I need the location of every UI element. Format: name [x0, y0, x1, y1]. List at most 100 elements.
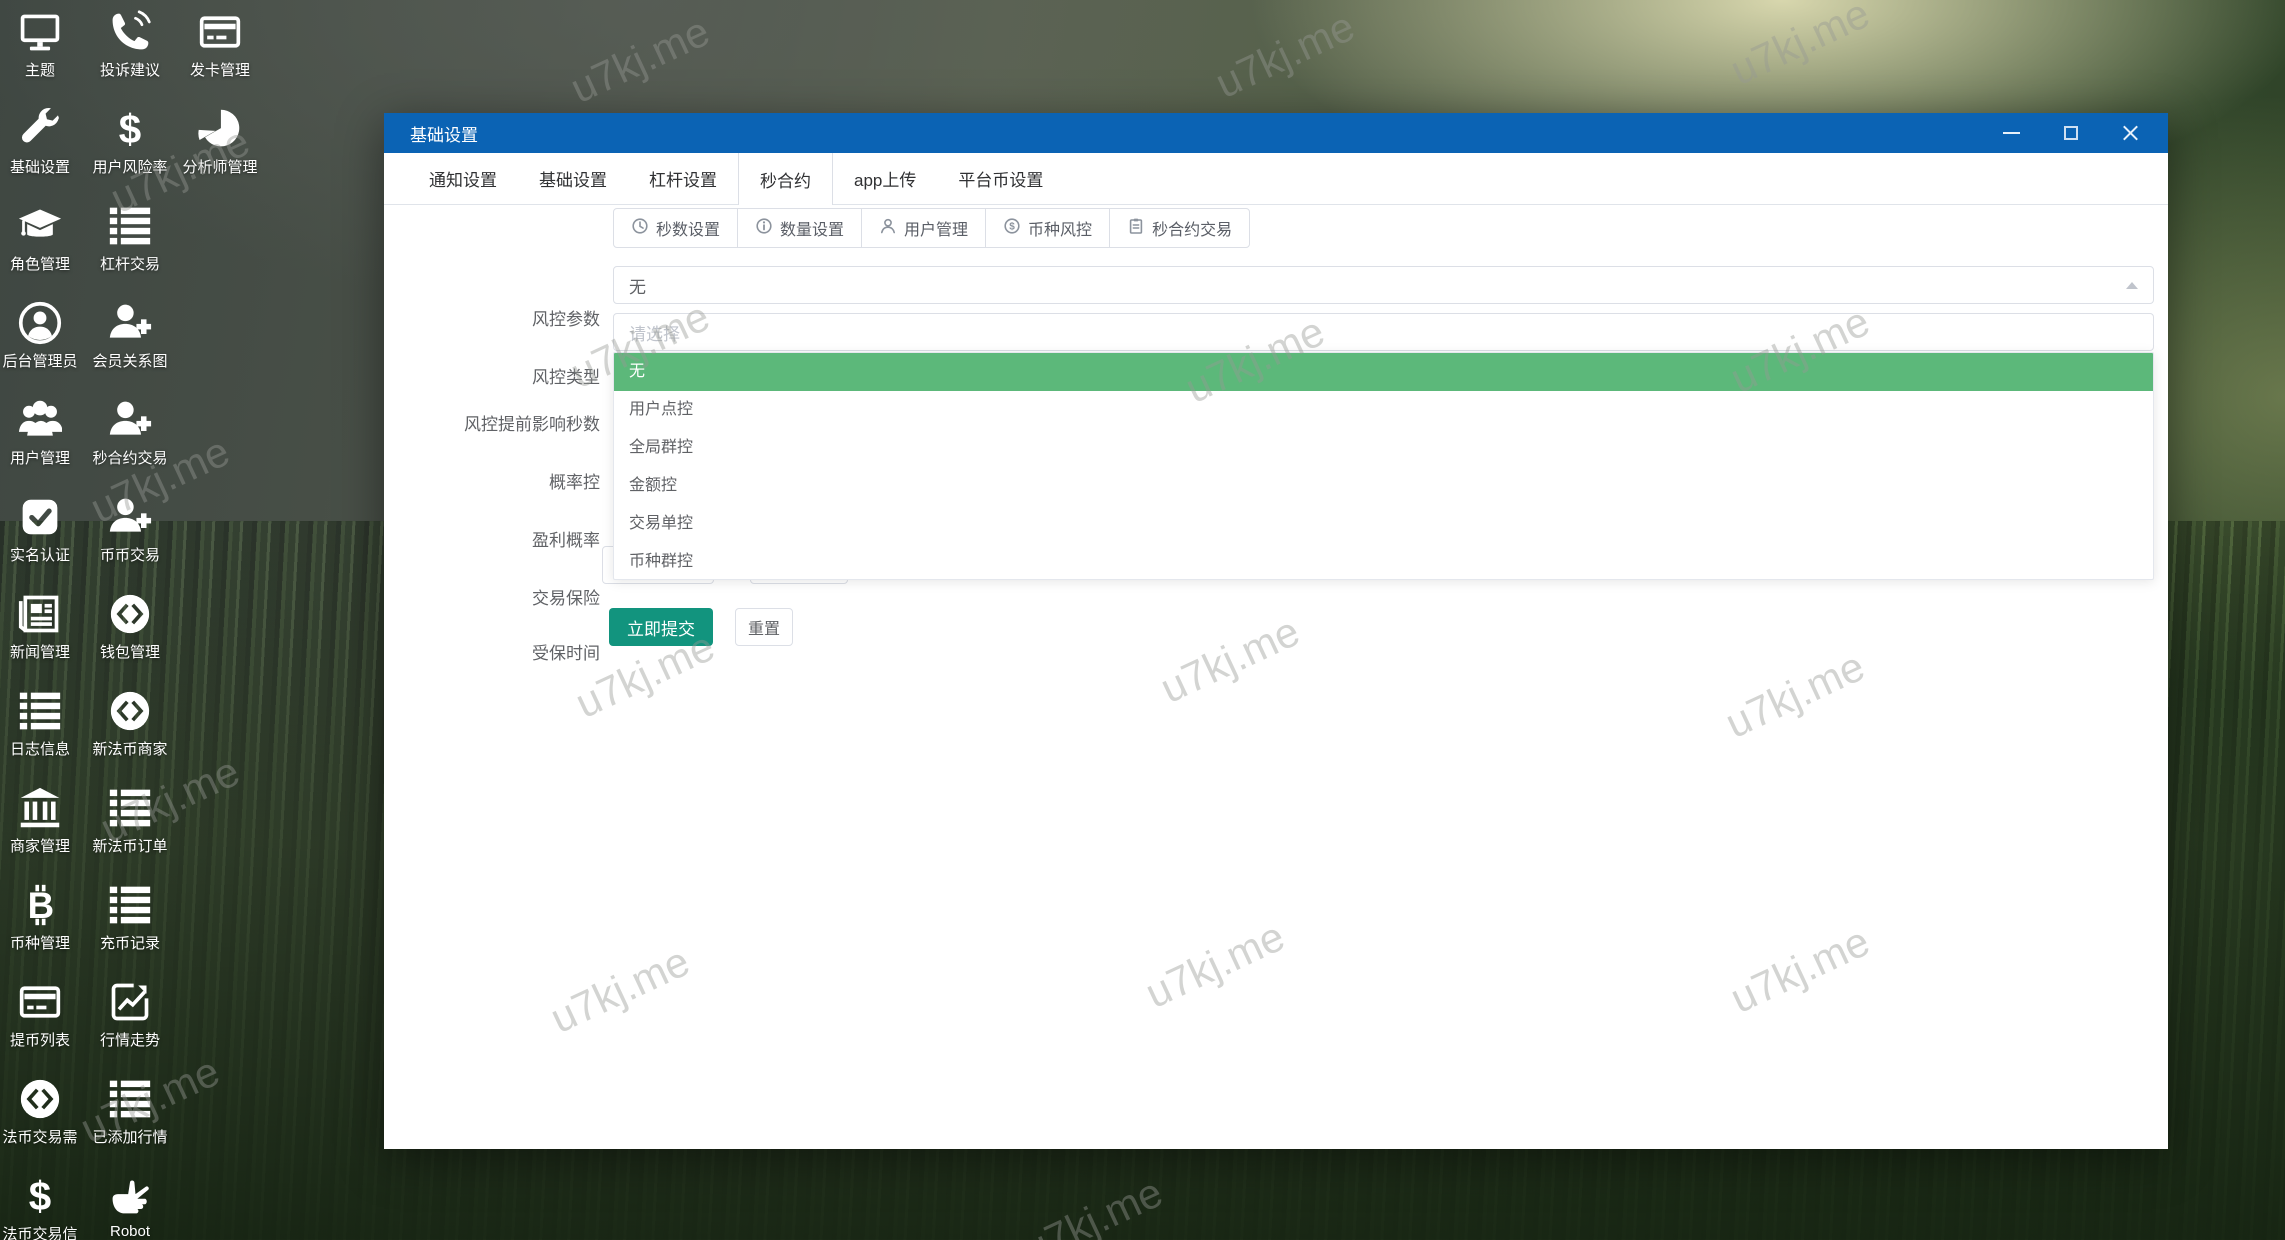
tab[interactable]: app上传: [833, 153, 937, 204]
wrench-icon: [17, 106, 63, 152]
dropdown-option[interactable]: 交易单控: [614, 505, 2153, 543]
settings-tabs: 通知设置 基础设置 杠杆设置 秒合约 app上传 平台币设置: [384, 153, 2168, 205]
desktop-shortcut-label: 商家管理: [9, 838, 70, 855]
desktop-shortcut[interactable]: Robot: [86, 1166, 174, 1240]
tab[interactable]: 通知设置: [408, 153, 518, 204]
desktop-shortcut[interactable]: B 币种管理: [0, 875, 84, 972]
desktop-shortcut[interactable]: 分析师管理: [176, 99, 264, 196]
desktop-shortcut[interactable]: 已添加行情: [86, 1069, 174, 1166]
desktop-shortcut[interactable]: 角色管理: [0, 196, 84, 293]
list-icon: [107, 785, 153, 831]
window-titlebar[interactable]: 基础设置: [384, 113, 2168, 153]
users-icon: [17, 397, 63, 443]
credit-card-icon: [197, 9, 243, 55]
desktop-shortcut[interactable]: 商家管理: [0, 778, 84, 875]
maximize-button[interactable]: [2060, 122, 2082, 144]
dropdown-option[interactable]: 币种群控: [614, 543, 2153, 579]
desktop-shortcut[interactable]: $ 法币交易信: [0, 1166, 84, 1240]
desktop-shortcut[interactable]: 主题: [0, 2, 84, 99]
desktop-shortcut[interactable]: 发卡管理: [176, 2, 264, 99]
desktop-shortcut[interactable]: 充币记录: [86, 875, 174, 972]
param-button-label: 用户管理: [904, 222, 969, 239]
desktop-shortcut[interactable]: 实名认证: [0, 487, 84, 584]
pie-chart-icon: [197, 106, 243, 152]
desktop-shortcut-label: 新闻管理: [9, 644, 70, 661]
tab[interactable]: 杠杆设置: [628, 153, 738, 204]
param-button[interactable]: 数量设置: [737, 208, 863, 248]
desktop-shortcut-label: 用户风险率: [92, 159, 168, 176]
dropdown-option[interactable]: 用户点控: [614, 391, 2153, 429]
desktop-shortcut-label: 会员关系图: [92, 353, 168, 370]
desktop-shortcut[interactable]: 用户管理: [0, 390, 84, 487]
minimize-button[interactable]: [2000, 122, 2022, 144]
desktop-shortcut[interactable]: 行情走势: [86, 972, 174, 1069]
user-icon: [879, 217, 897, 240]
param-button[interactable]: $ 币种风控: [985, 208, 1111, 248]
code-circle-icon: [107, 591, 153, 637]
desktop-shortcut[interactable]: $ 用户风险率: [86, 99, 174, 196]
window-title: 基础设置: [410, 125, 478, 145]
advance-seconds-select[interactable]: 请选择: [613, 313, 2154, 351]
param-button-label: 币种风控: [1028, 222, 1093, 239]
desktop-shortcut[interactable]: 币币交易: [86, 487, 174, 584]
monitor-icon: [17, 9, 63, 55]
desktop-shortcut-label: 提币列表: [9, 1032, 70, 1049]
desktop-shortcut[interactable]: 投诉建议: [86, 2, 174, 99]
param-button[interactable]: 秒数设置: [613, 208, 739, 248]
desktop-shortcut[interactable]: 秒合约交易: [86, 390, 174, 487]
desktop-shortcut-label: 行情走势: [99, 1032, 160, 1049]
desktop-shortcut[interactable]: 新闻管理: [0, 584, 84, 681]
reset-button[interactable]: 重置: [735, 608, 793, 646]
form-label: 受保时间: [532, 644, 600, 663]
desktop-shortcut-column: 主题基础设置 角色管理 后台管理员 用户管理实名认证新闻管理日志信息商家管理 B 币种管理…: [0, 2, 84, 1240]
desktop-shortcut-label: 充币记录: [99, 935, 160, 952]
graduation-cap-icon: [17, 203, 63, 249]
desktop-shortcut-label: 投诉建议: [99, 62, 160, 79]
param-button[interactable]: 秒合约交易: [1109, 208, 1251, 248]
user-plus-icon: [107, 494, 153, 540]
dropdown-option[interactable]: 无: [614, 353, 2153, 391]
risk-type-select[interactable]: 无: [613, 266, 2154, 304]
tab[interactable]: 平台币设置: [937, 153, 1064, 204]
desktop-shortcut[interactable]: 新法币商家: [86, 681, 174, 778]
desktop-shortcut[interactable]: 法币交易需: [0, 1069, 84, 1166]
desktop-shortcut[interactable]: 新法币订单: [86, 778, 174, 875]
submit-button[interactable]: 立即提交: [609, 608, 713, 646]
risk-param-button-group: 秒数设置 数量设置 用户管理 $ 币种风控 秒合约交易: [613, 208, 1251, 248]
tab[interactable]: 基础设置: [518, 153, 628, 204]
desktop-shortcut-label: 法币交易信: [2, 1226, 78, 1240]
desktop-shortcut-label: 实名认证: [9, 547, 70, 564]
desktop-shortcut[interactable]: 日志信息: [0, 681, 84, 778]
dropdown-option[interactable]: 全局群控: [614, 429, 2153, 467]
dropdown-option[interactable]: 金额控: [614, 467, 2153, 505]
code-circle-icon: [17, 1076, 63, 1122]
desktop-shortcut-label: 杠杆交易: [99, 256, 160, 273]
check-square-icon: [17, 494, 63, 540]
desktop-shortcut[interactable]: 钱包管理: [86, 584, 174, 681]
desktop-shortcut[interactable]: 提币列表: [0, 972, 84, 1069]
svg-text:B: B: [28, 885, 54, 926]
tab[interactable]: 秒合约: [738, 153, 833, 205]
desktop-shortcut-label: 新法币商家: [92, 741, 168, 758]
form-label: 风控提前影响秒数: [464, 415, 600, 434]
desktop-shortcut[interactable]: 杠杆交易: [86, 196, 174, 293]
dollar-icon: $: [107, 106, 153, 152]
desktop-shortcut-label: 主题: [24, 62, 55, 79]
param-button-label: 秒数设置: [656, 222, 721, 239]
close-button[interactable]: [2120, 122, 2142, 144]
desktop-shortcut[interactable]: 后台管理员: [0, 293, 84, 390]
desktop-shortcut-label: 分析师管理: [182, 159, 258, 176]
param-button[interactable]: 用户管理: [861, 208, 987, 248]
settings-window: 基础设置 通知设置 基础设置 杠杆设置 秒合约 app上传 平台币设置 风控参数 风控类型风…: [384, 113, 2168, 1149]
phone-icon: [107, 9, 153, 55]
param-button-label: 秒合约交易: [1152, 222, 1233, 239]
svg-text:$: $: [1009, 221, 1015, 232]
desktop-shortcut[interactable]: 基础设置: [0, 99, 84, 196]
info-icon: [755, 217, 773, 240]
param-button-label: 数量设置: [780, 222, 845, 239]
desktop-shortcut[interactable]: 会员关系图: [86, 293, 174, 390]
desktop-shortcut-column: 发卡管理 分析师管理: [176, 2, 264, 196]
risk-type-value: 无: [629, 277, 646, 297]
dollar-icon: $: [17, 1173, 63, 1219]
list-icon: [107, 1076, 153, 1122]
